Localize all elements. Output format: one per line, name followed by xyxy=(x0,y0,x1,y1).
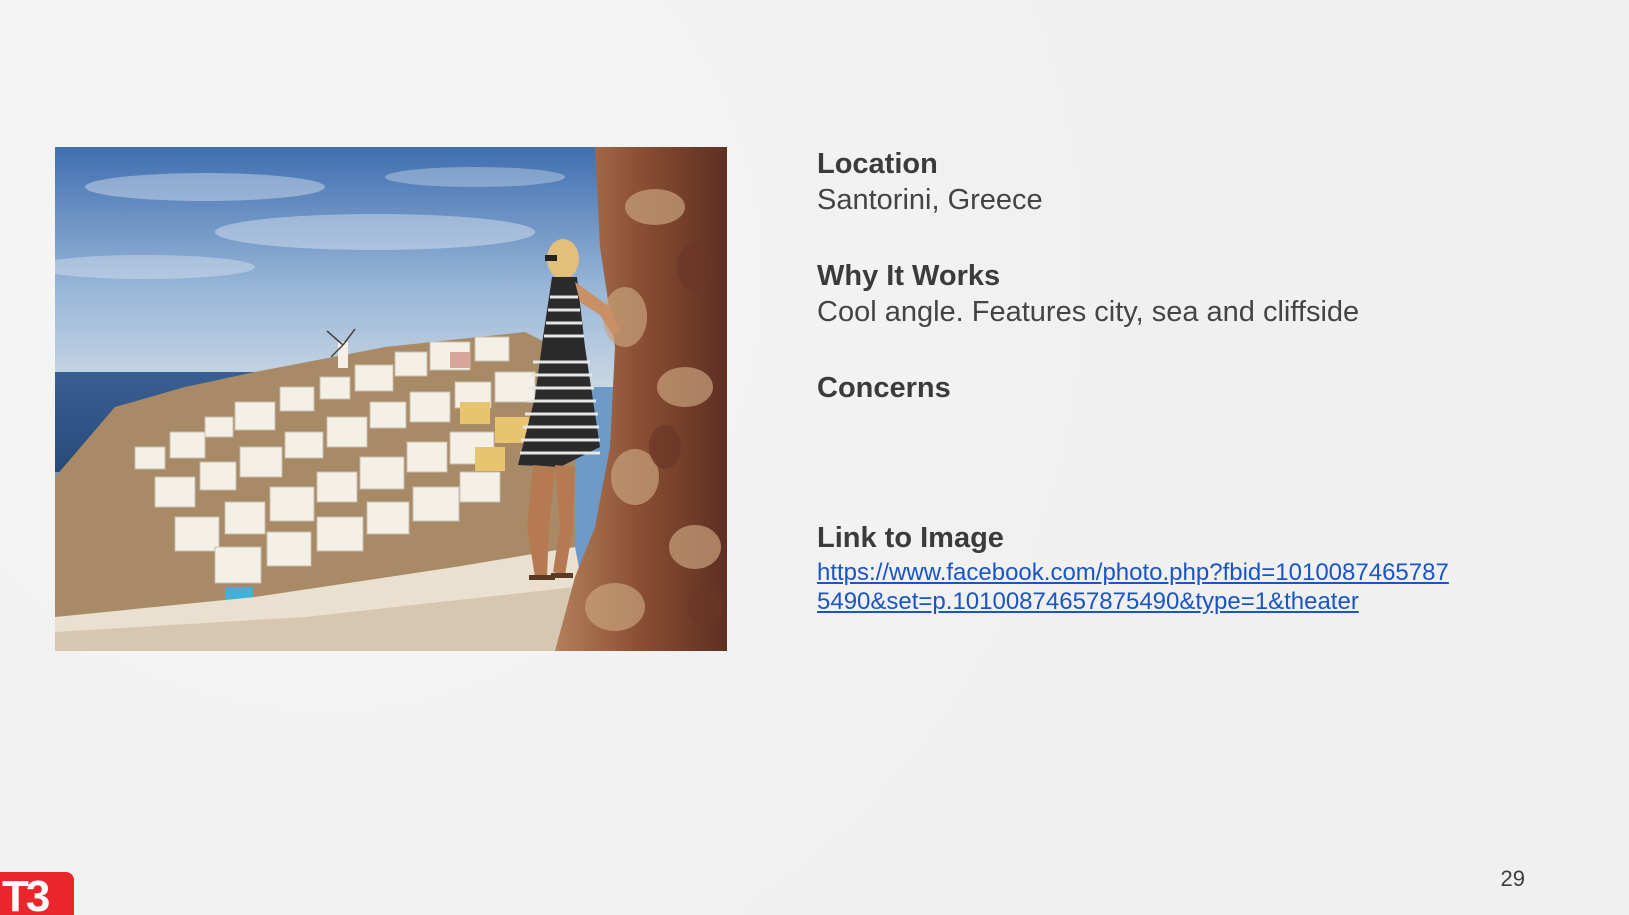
slide: Location Santorini, Greece Why It Works … xyxy=(0,0,1629,915)
page-number: 29 xyxy=(1500,866,1525,891)
photo-illustration xyxy=(55,147,727,651)
link-to-image-label: Link to Image xyxy=(817,522,1004,554)
why-it-works-value: Cool angle. Features city, sea and cliff… xyxy=(817,296,1360,328)
location-value: Santorini, Greece xyxy=(817,184,1043,216)
photo-info: Location Santorini, Greece Why It Works … xyxy=(817,146,1577,616)
location-label: Location xyxy=(817,148,938,180)
image-link[interactable]: https://www.facebook.com/photo.php?fbid=… xyxy=(817,558,1457,616)
why-it-works-label: Why It Works xyxy=(817,260,1001,292)
santorini-photo xyxy=(55,147,727,651)
concerns-label: Concerns xyxy=(817,372,951,404)
t3-logo: T3 xyxy=(0,872,74,915)
